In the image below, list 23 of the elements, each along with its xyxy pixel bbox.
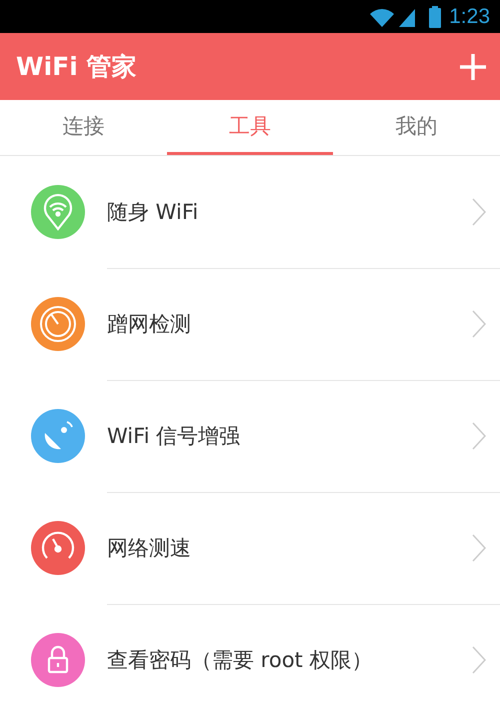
tab[interactable]: 我的: [333, 100, 500, 155]
tool-list-item[interactable]: WiFi 信号增强: [0, 380, 500, 492]
tool-label: WiFi 信号增强: [107, 423, 242, 450]
status-time: 1:23: [449, 4, 490, 28]
add-icon[interactable]: [460, 54, 486, 80]
tool-label: 网络测速: [107, 535, 192, 562]
tool-list-item[interactable]: 随身 WiFi: [0, 156, 500, 268]
cell-signal-icon: [399, 6, 416, 26]
tool-list-item[interactable]: 蹭网检测: [0, 268, 500, 380]
tool-label: 查看密码（需要 root 权限）: [107, 647, 374, 674]
tab[interactable]: 连接: [0, 100, 167, 155]
tool-label: 蹭网检测: [107, 311, 192, 338]
chevron-icon: [472, 198, 486, 226]
chevron-icon: [472, 422, 486, 450]
battery-icon: [429, 6, 442, 28]
chevron-icon: [472, 534, 486, 562]
tool-list-item[interactable]: 网络测速: [0, 492, 500, 604]
tool-label: 随身 WiFi: [107, 199, 200, 226]
chevron-icon: [472, 310, 486, 338]
app-title: WiFi 管家: [16, 51, 136, 83]
chevron-icon: [472, 646, 486, 674]
tool-list-item[interactable]: 查看密码（需要 root 权限）: [0, 604, 500, 710]
wifi-signal-icon: [369, 6, 396, 26]
